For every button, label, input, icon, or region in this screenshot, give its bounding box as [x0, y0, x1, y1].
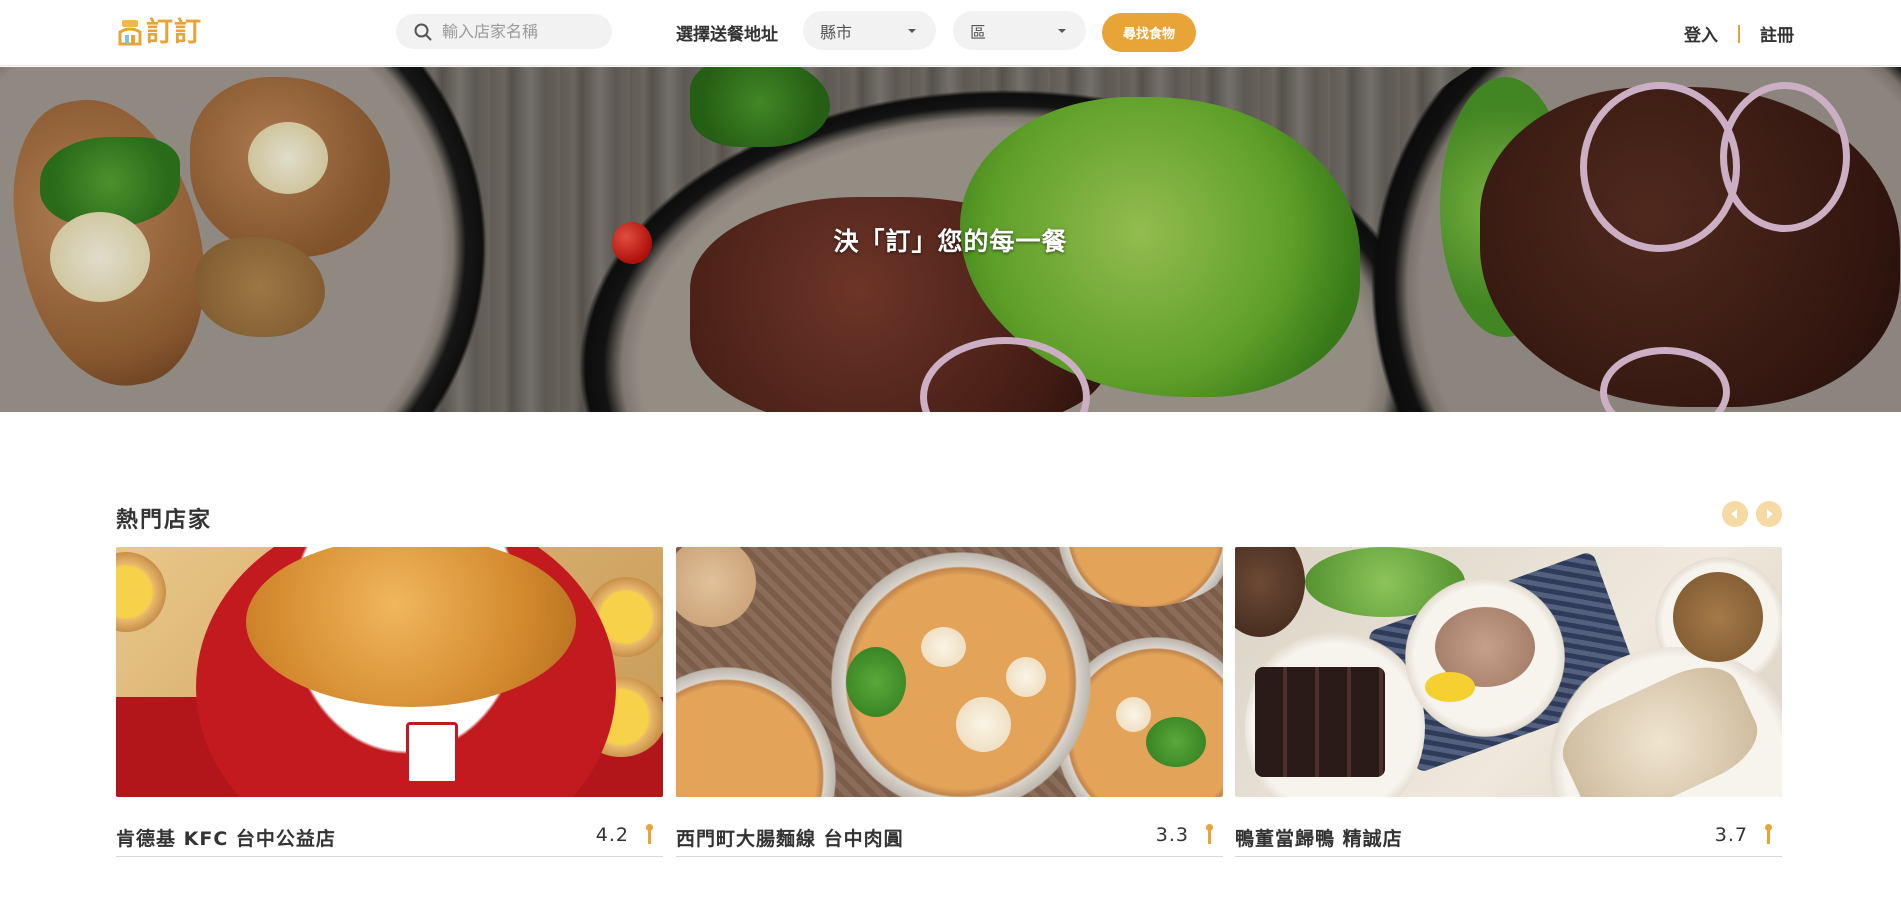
chevron-right-icon — [1767, 509, 1773, 519]
store-card[interactable]: 西門町大腸麵線 台中肉圓 3.3 — [676, 547, 1223, 858]
pin-icon — [1205, 824, 1213, 846]
image-part — [1235, 547, 1305, 637]
auth-links: 登入 註冊 — [1684, 21, 1794, 46]
image-part — [116, 552, 166, 632]
register-link[interactable]: 註冊 — [1760, 21, 1794, 46]
city-select[interactable]: 縣市 — [803, 11, 936, 50]
caret-down-icon — [1058, 29, 1066, 33]
image-part — [1673, 572, 1763, 662]
district-select[interactable]: 區 — [953, 11, 1086, 50]
store-name[interactable]: 肯德基 KFC 台中公益店 — [116, 824, 336, 851]
hero-banner: 決「訂」您的每一餐 — [0, 67, 1901, 412]
image-part — [1255, 667, 1385, 777]
caret-down-icon — [908, 29, 916, 33]
carousel-next-button[interactable] — [1756, 501, 1782, 527]
divider — [116, 856, 663, 857]
district-select-value: 區 — [970, 22, 987, 42]
divider — [1738, 24, 1740, 43]
store-rating: 3.7 — [1715, 824, 1772, 846]
image-part — [846, 647, 906, 717]
divider — [676, 856, 1223, 857]
address-label: 選擇送餐地址 — [676, 25, 778, 45]
section-title: 熱門店家 — [116, 508, 213, 533]
store-name[interactable]: 鴨董當歸鴨 精誠店 — [1235, 824, 1403, 851]
store-name[interactable]: 西門町大腸麵線 台中肉圓 — [676, 824, 904, 851]
image-part — [676, 547, 756, 627]
pin-icon — [1764, 824, 1772, 846]
search-icon — [414, 23, 432, 40]
logo-icon — [118, 20, 142, 46]
login-link[interactable]: 登入 — [1684, 21, 1718, 46]
store-rating: 4.2 — [596, 824, 653, 846]
logo-text: 訂訂 — [146, 17, 202, 48]
chevron-left-icon — [1731, 509, 1737, 519]
site-header: 訂訂 選擇送餐地址 縣市 區 尋找食物 登入 註冊 — [0, 0, 1901, 66]
image-part — [1146, 717, 1206, 767]
image-part — [406, 722, 458, 784]
rating-value: 3.7 — [1714, 824, 1748, 846]
image-part — [676, 667, 836, 797]
image-part — [1006, 657, 1046, 697]
store-rating: 3.3 — [1156, 824, 1213, 846]
store-image[interactable] — [676, 547, 1223, 797]
rating-value: 3.3 — [1155, 824, 1189, 846]
store-card[interactable]: 肯德基 KFC 台中公益店 4.2 — [116, 547, 663, 858]
store-image[interactable] — [116, 547, 663, 797]
image-part — [921, 627, 966, 667]
hero-title: 決「訂」您的每一餐 — [833, 227, 1068, 256]
rating-value: 4.2 — [595, 824, 629, 846]
image-part — [1046, 547, 1223, 607]
city-select-value: 縣市 — [820, 22, 853, 42]
store-search[interactable] — [396, 14, 612, 49]
divider — [1235, 856, 1782, 857]
search-input[interactable] — [442, 22, 602, 41]
store-image[interactable] — [1235, 547, 1782, 797]
image-part — [956, 697, 1011, 752]
store-card[interactable]: 鴨董當歸鴨 精誠店 3.7 — [1235, 547, 1782, 858]
site-logo[interactable]: 訂訂 — [116, 16, 202, 50]
image-part — [1116, 697, 1151, 732]
image-part — [1425, 672, 1475, 702]
carousel-prev-button[interactable] — [1722, 501, 1748, 527]
pin-icon — [645, 824, 653, 846]
find-food-button[interactable]: 尋找食物 — [1102, 13, 1196, 52]
